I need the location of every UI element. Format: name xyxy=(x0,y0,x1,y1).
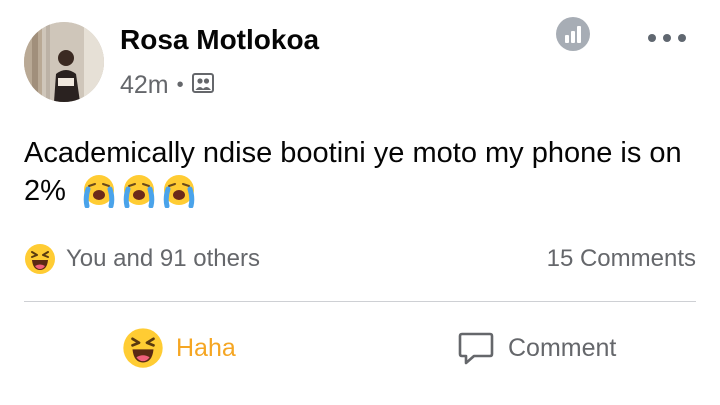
more-options-icon[interactable] xyxy=(648,28,686,48)
post-time[interactable]: 42m xyxy=(120,71,169,100)
haha-reaction-button[interactable]: Haha xyxy=(122,322,236,374)
loudly-crying-face-icon xyxy=(163,175,195,209)
comment-bubble-icon xyxy=(458,332,494,365)
meta-separator: • xyxy=(176,74,184,96)
insights-icon[interactable] xyxy=(555,16,591,52)
reaction-summary[interactable]: You and 91 others xyxy=(24,240,260,278)
divider xyxy=(24,301,696,302)
haha-emoji-icon xyxy=(25,244,55,274)
post-card: Rosa Motlokoa 42m • Academically ndise b… xyxy=(0,0,720,405)
comment-button[interactable]: Comment xyxy=(456,322,616,374)
avatar[interactable] xyxy=(24,22,104,102)
comment-label: Comment xyxy=(508,333,617,362)
friends-icon xyxy=(191,71,214,100)
haha-label: Haha xyxy=(176,333,236,362)
comments-count[interactable]: 15 Comments xyxy=(547,240,696,278)
profile-photo xyxy=(24,22,104,102)
post-text: Academically ndise bootini ye moto my ph… xyxy=(24,134,704,210)
loudly-crying-face-icon xyxy=(123,175,155,209)
post-meta: 42m • xyxy=(120,68,214,102)
loudly-crying-face-icon xyxy=(83,175,115,209)
reaction-summary-text: You and 91 others xyxy=(66,245,260,272)
haha-emoji-icon xyxy=(123,328,163,368)
crying-emojis xyxy=(80,172,198,209)
author-name[interactable]: Rosa Motlokoa xyxy=(120,24,319,56)
